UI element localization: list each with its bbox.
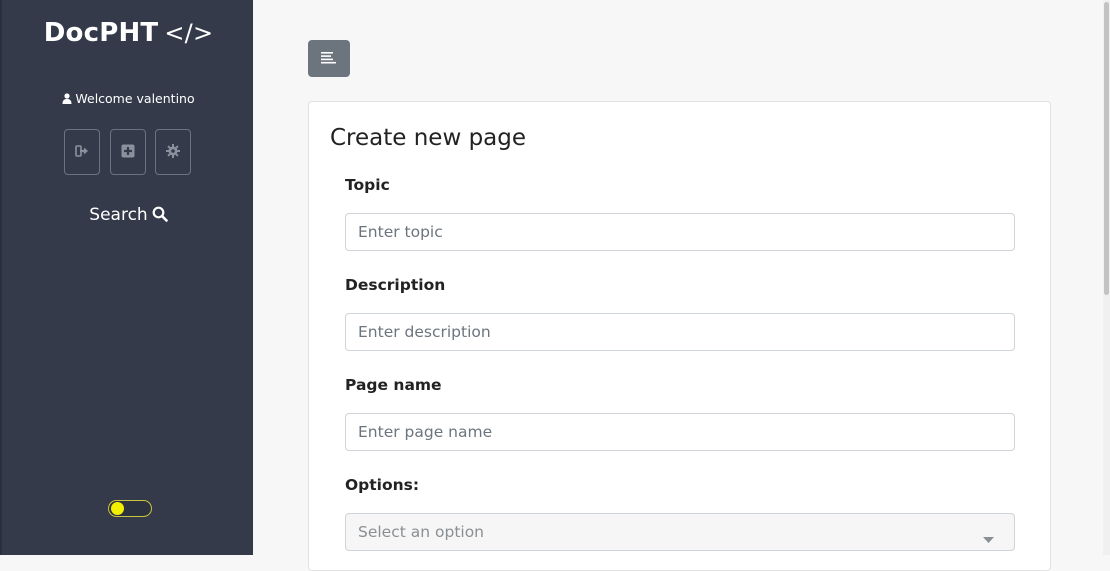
- search-icon: [148, 205, 168, 225]
- page-name-input[interactable]: [345, 413, 1015, 451]
- options-label: Options:: [345, 476, 420, 494]
- search-link[interactable]: Search: [2, 205, 255, 225]
- add-page-button[interactable]: [110, 129, 146, 175]
- brand-code-icon: </>: [164, 19, 214, 47]
- description-input[interactable]: [345, 313, 1015, 351]
- welcome-text: Welcome valentino: [2, 91, 255, 107]
- brand-name: DocPHT: [43, 18, 159, 48]
- caret-down-icon: [983, 529, 994, 547]
- search-label: Search: [89, 205, 148, 225]
- plus-square-icon: [121, 143, 135, 162]
- menu-toggle-button[interactable]: [308, 40, 350, 77]
- scrollbar-thumb[interactable]: [1104, 2, 1109, 295]
- create-page-card: Create new page Topic Description Page n…: [308, 101, 1051, 571]
- options-selected-value: Select an option: [358, 523, 485, 541]
- sidebar: DocPHT </> Welcome valentino Search: [0, 0, 253, 555]
- topic-input[interactable]: [345, 213, 1015, 251]
- logout-icon: [75, 143, 89, 162]
- gear-icon: [166, 143, 180, 162]
- align-left-icon: [321, 49, 337, 68]
- toggle-knob: [111, 502, 124, 515]
- topic-label: Topic: [345, 176, 390, 194]
- brand-title[interactable]: DocPHT </>: [2, 18, 255, 48]
- description-label: Description: [345, 276, 446, 294]
- logout-button[interactable]: [64, 129, 100, 175]
- page-name-label: Page name: [345, 376, 442, 394]
- page-scrollbar[interactable]: [1103, 0, 1110, 555]
- options-select[interactable]: Select an option: [345, 513, 1015, 551]
- theme-toggle[interactable]: [108, 500, 152, 517]
- settings-button[interactable]: [155, 129, 191, 175]
- page-title: Create new page: [330, 125, 527, 151]
- user-icon: [62, 92, 72, 107]
- welcome-label: Welcome valentino: [75, 91, 195, 106]
